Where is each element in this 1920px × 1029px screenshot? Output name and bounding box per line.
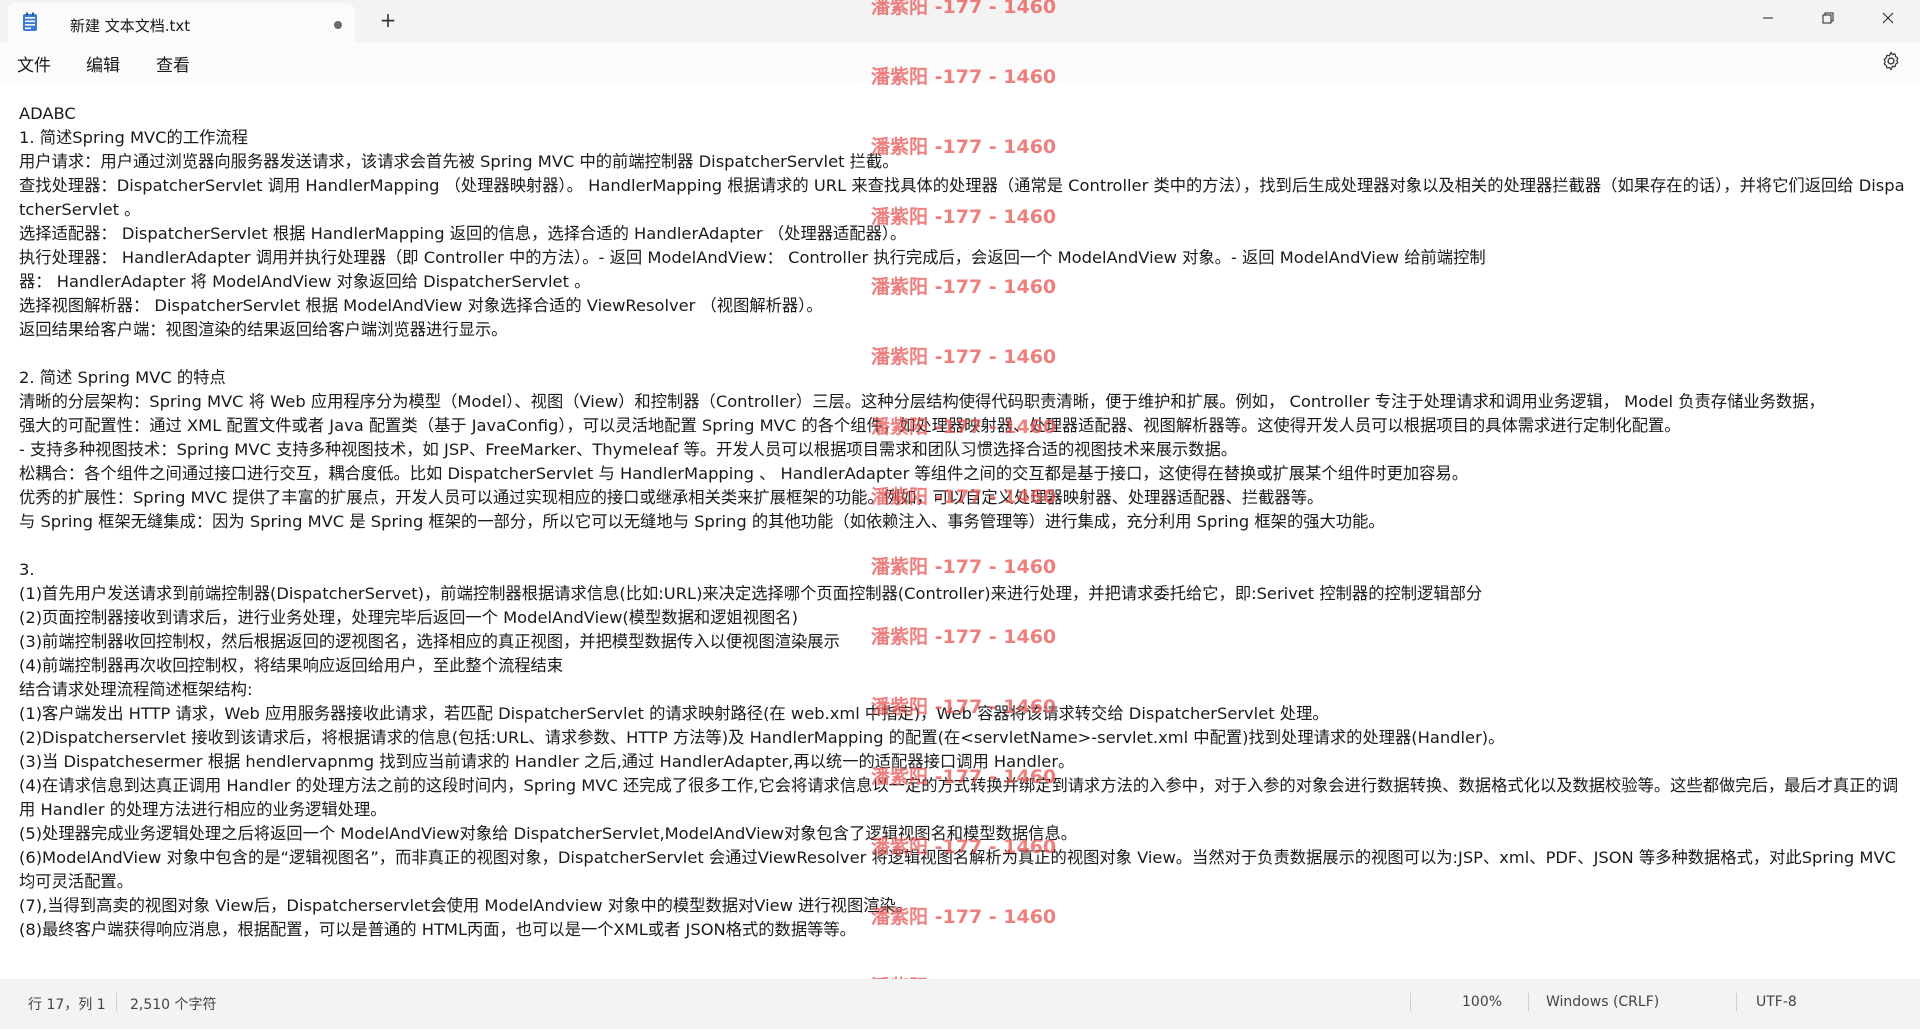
unsaved-indicator-icon[interactable]: [334, 21, 342, 29]
zoom-level[interactable]: 100%: [1462, 994, 1502, 1010]
tab-title: 新建 文本文档.txt: [70, 17, 191, 35]
editor-line: 强大的可配置性：通过 XML 配置文件或者 Java 配置类（基于 JavaCo…: [19, 416, 1681, 435]
close-button[interactable]: [1860, 0, 1916, 36]
line-ending[interactable]: Windows (CRLF): [1546, 994, 1659, 1010]
status-divider: [116, 993, 117, 1011]
new-tab-button[interactable]: +: [376, 8, 400, 32]
editor-line: 返回结果给客户端：视图渲染的结果返回给客户端浏览器进行显示。: [19, 320, 508, 339]
cursor-position: 行 17，列 1: [28, 997, 106, 1013]
editor-line: 3.: [19, 560, 35, 579]
menu-file[interactable]: 文件: [17, 51, 51, 76]
menu-edit[interactable]: 编辑: [86, 51, 120, 76]
text-editor[interactable]: ADABC 1. 简述Spring MVC的工作流程用户请求：用户通过浏览器向服务…: [0, 82, 1920, 979]
editor-line: (3)前端控制器收回控制权，然后根据返回的逻视图名，选择相应的真正视图，并把模型…: [19, 632, 840, 651]
restore-button[interactable]: [1800, 0, 1856, 36]
close-icon: [1882, 12, 1894, 24]
editor-line: (1)首先用户发送请求到前端控制器(DispatcherServet)，前端控制…: [19, 584, 1483, 603]
editor-line: 清晰的分层架构：Spring MVC 将 Web 应用程序分为模型（Model）…: [19, 392, 1825, 411]
editor-line: (1)客户端发出 HTTP 请求，Web 应用服务器接收此请求，若匹配 Disp…: [19, 704, 1329, 723]
editor-line: 优秀的扩展性：Spring MVC 提供了丰富的扩展点，开发人员可以通过实现相应…: [19, 488, 1324, 507]
menu-view[interactable]: 查看: [156, 51, 190, 76]
status-divider: [1410, 993, 1411, 1011]
minimize-button[interactable]: [1740, 0, 1796, 36]
editor-line: (2)页面控制器接收到请求后，进行业务处理，处理完毕后返回一个 ModelAnd…: [19, 608, 798, 627]
editor-line: (4)前端控制器再次收回控制权，将结果响应返回给用户，至此整个流程结束: [19, 656, 564, 675]
editor-line: 松耦合：各个组件之间通过接口进行交互，耦合度低。比如 DispatcherSer…: [19, 464, 1468, 483]
restore-icon: [1822, 12, 1834, 24]
editor-line: (6)ModelAndView 对象中包含的是“逻辑视图名”，而非真正的视图对象…: [19, 848, 1902, 891]
editor-line: (3)当 Dispatchesermer 根据 hendlervapnmg 找到…: [19, 752, 1075, 771]
editor-line: (4)在请求信息到达真正调用 Handler 的处理方法之前的这段时间内，Spr…: [19, 776, 1899, 819]
editor-content[interactable]: ADABC 1. 简述Spring MVC的工作流程用户请求：用户通过浏览器向服务…: [19, 102, 1909, 942]
editor-line: (2)Dispatcherservlet 接收到该请求后，将根据请求的信息(包括…: [19, 728, 1505, 747]
encoding[interactable]: UTF-8: [1756, 994, 1797, 1010]
editor-line: 选择视图解析器： DispatcherServlet 根据 ModelAndVi…: [19, 296, 823, 315]
status-divider: [1736, 993, 1737, 1011]
editor-line: 执行处理器： HandlerAdapter 调用并执行处理器（即 Control…: [19, 248, 1486, 267]
notepad-icon: [23, 12, 37, 31]
editor-line: 与 Spring 框架无缝集成：因为 Spring MVC 是 Spring 框…: [19, 512, 1385, 531]
menu-bar: 文件 编辑 查看: [0, 42, 1920, 82]
settings-gear-icon[interactable]: [1880, 50, 1902, 72]
title-bar: 新建 文本文档.txt +: [0, 0, 1920, 42]
editor-line: 结合请求处理流程简述框架结构:: [19, 680, 253, 699]
editor-line: (5)处理器完成业务逻辑处理之后将返回一个 ModelAndView对象给 Di…: [19, 824, 1078, 843]
document-tab[interactable]: 新建 文本文档.txt: [8, 3, 355, 42]
editor-line: ADABC: [19, 104, 76, 123]
editor-line: (8)最终客户端获得响应消息，根据配置，可以是普通的 HTML丙面，也可以是一个…: [19, 920, 856, 939]
editor-line: - 支持多种视图技术：Spring MVC 支持多种视图技术，如 JSP、Fre…: [19, 440, 1238, 459]
editor-line: 2. 简述 Spring MVC 的特点: [19, 368, 226, 387]
editor-line: 选择适配器： DispatcherServlet 根据 HandlerMappi…: [19, 224, 907, 243]
editor-line: 1. 简述Spring MVC的工作流程: [19, 128, 248, 147]
status-divider: [1528, 993, 1529, 1011]
character-count: 2,510 个字符: [130, 997, 217, 1013]
status-bar: 行 17，列 1 2,510 个字符 100% Windows (CRLF) U…: [0, 979, 1920, 1029]
editor-line: 查找处理器：DispatcherServlet 调用 HandlerMappin…: [19, 176, 1905, 219]
editor-line: 器： HandlerAdapter 将 ModelAndView 对象返回给 D…: [19, 272, 591, 291]
editor-line: 用户请求：用户通过浏览器向服务器发送请求，该请求会首先被 Spring MVC …: [19, 152, 899, 171]
minimize-icon: [1763, 17, 1773, 19]
editor-line: (7),当得到高卖的视图对象 View后，Dispatcherservlet会使…: [19, 896, 913, 915]
